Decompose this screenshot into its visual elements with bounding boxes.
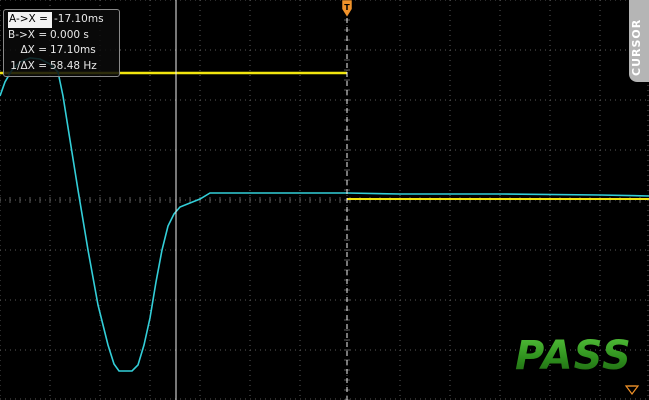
readout-value: 17.10ms <box>50 44 96 56</box>
readout-label[interactable]: A->X = <box>8 12 52 28</box>
readout-row-delta-x: ΔX = 17.10ms <box>8 43 119 59</box>
readout-label: B->X = <box>8 28 48 41</box>
readout-row-b-to-x: B->X = 0.000 s <box>8 28 119 44</box>
corner-marker <box>624 384 640 396</box>
readout-value: 0.000 s <box>50 28 89 41</box>
readout-value: 58.48 Hz <box>50 59 97 72</box>
pass-fail-result: PASS <box>515 333 632 379</box>
cursor-menu-tab-label: CURSOR <box>630 18 643 76</box>
readout-label: 1/ΔX = <box>10 59 47 72</box>
oscilloscope-screen: T A->X = -17.10ms B->X = 0.000 s ΔX = 17… <box>0 0 649 400</box>
outline-down-arrow-icon <box>624 385 640 395</box>
readout-value: -17.10ms <box>54 13 104 25</box>
readout-label: ΔX = <box>20 44 47 56</box>
trigger-position-arrow-icon: T <box>341 0 353 18</box>
readout-row-inverse-delta-x: 1/ΔX = 58.48 Hz <box>8 59 119 75</box>
cursor-menu-tab[interactable]: CURSOR <box>629 0 649 82</box>
readout-row-a-to-x: A->X = -17.10ms <box>8 12 119 28</box>
channel2-trace <box>0 57 649 372</box>
svg-text:T: T <box>344 3 350 12</box>
cursor-measurement-readout: A->X = -17.10ms B->X = 0.000 s ΔX = 17.1… <box>3 9 120 77</box>
trigger-position-marker[interactable]: T <box>341 0 353 18</box>
